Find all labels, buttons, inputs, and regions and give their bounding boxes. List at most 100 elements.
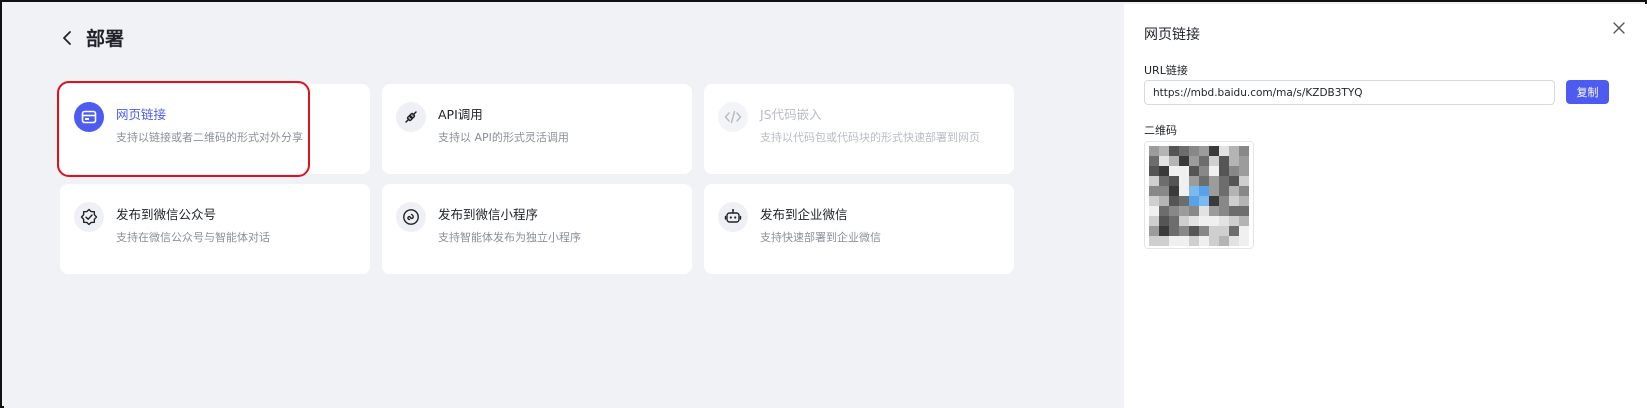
qr-pixel (1209, 226, 1219, 236)
qr-pixel (1149, 216, 1159, 226)
qr-code-image (1149, 146, 1249, 246)
qr-pixel (1179, 216, 1189, 226)
qr-pixel (1219, 156, 1229, 166)
qr-pixel (1199, 176, 1209, 186)
deploy-card-mini-program[interactable]: 发布到微信小程序 支持智能体发布为独立小程序 (382, 184, 692, 274)
qr-pixel (1159, 166, 1169, 176)
page-header: 部署 (58, 24, 124, 51)
url-label: URL链接 (1144, 64, 1188, 77)
qr-pixel (1179, 236, 1189, 246)
close-button[interactable] (1611, 20, 1627, 36)
card-title: JS代码嵌入 (760, 107, 822, 122)
qr-pixel (1169, 236, 1179, 246)
qr-pixel (1219, 226, 1229, 236)
qr-pixel (1209, 236, 1219, 246)
qr-pixel (1169, 186, 1179, 196)
qr-pixel (1189, 156, 1199, 166)
qr-pixel (1159, 176, 1169, 186)
qr-pixel (1169, 146, 1179, 156)
qr-pixel (1209, 206, 1219, 216)
qr-pixel (1219, 176, 1229, 186)
qr-pixel (1219, 166, 1229, 176)
deploy-card-wecom[interactable]: 发布到企业微信 支持快速部署到企业微信 (704, 184, 1014, 274)
qr-pixel (1239, 176, 1249, 186)
qr-pixel (1189, 196, 1199, 206)
qr-pixel (1229, 186, 1239, 196)
qr-pixel (1219, 196, 1229, 206)
qr-pixel (1179, 206, 1189, 216)
qr-pixel (1219, 236, 1229, 246)
deploy-card-api[interactable]: API调用 支持以 API的形式灵活调用 (382, 84, 692, 174)
qr-pixel (1169, 226, 1179, 236)
qr-pixel (1199, 226, 1209, 236)
main-area: 部署 网页链接 支持以链接或者二维码的形式对外分享 API调用 支持以 API的… (4, 4, 1124, 408)
qr-pixel (1159, 146, 1169, 156)
web-link-icon (74, 102, 104, 132)
qr-pixel (1149, 206, 1159, 216)
qr-pixel (1149, 236, 1159, 246)
qr-pixel (1239, 226, 1249, 236)
qr-pixel (1159, 216, 1169, 226)
qr-pixel (1189, 216, 1199, 226)
card-title: 发布到微信小程序 (438, 207, 539, 222)
qr-pixel (1229, 216, 1239, 226)
deploy-card-wechat-official[interactable]: 发布到微信公众号 支持在微信公众号与智能体对话 (60, 184, 370, 274)
api-plug-icon (396, 102, 426, 132)
robot-icon (718, 202, 748, 232)
qr-pixel (1199, 196, 1209, 206)
qr-pixel (1159, 206, 1169, 216)
qr-pixel (1209, 166, 1219, 176)
qr-pixel (1209, 146, 1219, 156)
code-icon (718, 102, 748, 132)
qr-pixel (1239, 236, 1249, 246)
card-title: 发布到微信公众号 (116, 207, 217, 222)
url-input[interactable] (1144, 80, 1555, 105)
qr-pixel (1199, 166, 1209, 176)
qr-pixel (1199, 216, 1209, 226)
qr-code (1144, 141, 1254, 249)
qr-pixel (1169, 206, 1179, 216)
qr-pixel (1179, 196, 1189, 206)
qr-pixel (1229, 156, 1239, 166)
qr-pixel (1209, 196, 1219, 206)
qr-pixel (1159, 236, 1169, 246)
card-title: 网页链接 (116, 107, 167, 122)
deploy-options-grid: 网页链接 支持以链接或者二维码的形式对外分享 API调用 支持以 API的形式灵… (57, 81, 1014, 274)
qr-pixel (1169, 196, 1179, 206)
qr-pixel (1199, 186, 1209, 196)
qr-pixel (1149, 146, 1159, 156)
qr-pixel (1219, 186, 1229, 196)
qr-pixel (1229, 206, 1239, 216)
qr-pixel (1189, 146, 1199, 156)
card-desc: 支持以链接或者二维码的形式对外分享 (116, 131, 303, 144)
qr-pixel (1219, 206, 1229, 216)
qr-pixel (1239, 146, 1249, 156)
qr-pixel (1229, 146, 1239, 156)
qr-pixel (1209, 176, 1219, 186)
deploy-card-js-embed: JS代码嵌入 支持以代码包或代码块的形式快速部署到网页 (704, 84, 1014, 174)
close-icon (1613, 22, 1625, 34)
qr-pixel (1229, 176, 1239, 186)
qr-pixel (1189, 226, 1199, 236)
qr-pixel (1239, 196, 1249, 206)
qr-pixel (1229, 236, 1239, 246)
qr-pixel (1159, 196, 1169, 206)
web-link-panel: 网页链接 URL链接 复制 二维码 (1124, 4, 1647, 408)
mini-program-icon (396, 202, 426, 232)
qr-pixel (1149, 186, 1159, 196)
qr-pixel (1179, 166, 1189, 176)
qr-pixel (1239, 206, 1249, 216)
qr-pixel (1189, 166, 1199, 176)
qr-pixel (1189, 176, 1199, 186)
back-button[interactable] (58, 25, 76, 51)
qr-pixel (1159, 186, 1169, 196)
copy-button[interactable]: 复制 (1566, 80, 1609, 104)
qr-pixel (1149, 176, 1159, 186)
qr-pixel (1149, 156, 1159, 166)
deploy-card-web-link[interactable]: 网页链接 支持以链接或者二维码的形式对外分享 (57, 81, 370, 177)
qr-pixel (1199, 146, 1209, 156)
qr-pixel (1209, 186, 1219, 196)
chevron-left-icon (63, 30, 71, 45)
qr-pixel (1229, 196, 1239, 206)
qr-pixel (1229, 226, 1239, 236)
